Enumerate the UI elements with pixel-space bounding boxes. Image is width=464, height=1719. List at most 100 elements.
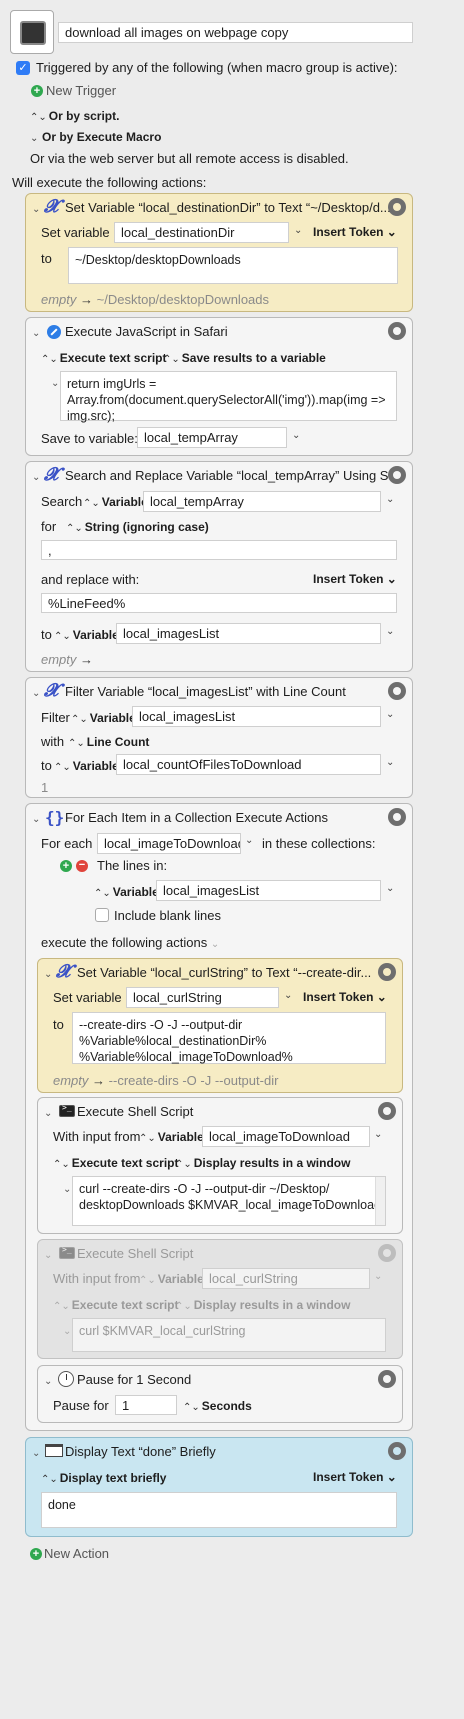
- destination-popup[interactable]: ⌃⌄ Variable: [54, 627, 119, 642]
- action-title[interactable]: For Each Item in a Collection Execute Ac…: [65, 810, 328, 825]
- save-variable-field[interactable]: local_tempArray: [137, 427, 287, 448]
- action-title[interactable]: Execute JavaScript in Safari: [65, 324, 228, 339]
- gear-icon[interactable]: [388, 808, 406, 826]
- collection-source-popup[interactable]: ⌃⌄ Variable: [94, 884, 159, 899]
- variable-dropdown-icon[interactable]: ⌄: [374, 1271, 382, 1282]
- include-blank-lines-checkbox[interactable]: [95, 908, 109, 922]
- or-by-execute-macro[interactable]: ⌄ Or by Execute Macro: [30, 129, 161, 144]
- collapse-chevron-icon[interactable]: ⌄: [44, 1376, 52, 1387]
- destination-variable-field[interactable]: local_countOfFilesToDownload: [116, 754, 381, 775]
- triggered-checkbox[interactable]: ✓: [16, 61, 30, 75]
- action-title[interactable]: Execute Shell Script: [77, 1246, 193, 1261]
- variable-dropdown-icon[interactable]: ⌄: [284, 990, 292, 1001]
- insert-token-button[interactable]: Insert Token ⌄: [313, 572, 397, 586]
- new-trigger-link[interactable]: New Trigger: [46, 83, 116, 98]
- action-title[interactable]: Set Variable “local_destinationDir” to T…: [65, 200, 391, 215]
- script-mode-popup[interactable]: ⌃⌄ Execute text script: [53, 1155, 178, 1170]
- action-title[interactable]: Pause for 1 Second: [77, 1372, 191, 1387]
- script-text-area[interactable]: return imgUrls = Array.from(document.que…: [60, 371, 397, 423]
- macro-name-field[interactable]: download all images on webpage copy: [58, 22, 413, 43]
- display-text-area[interactable]: done: [41, 1492, 397, 1528]
- gear-icon[interactable]: [378, 963, 396, 981]
- action-set-variable-curlstring[interactable]: ⌄ 𝓧 Set Variable “local_curlString” to T…: [37, 958, 403, 1093]
- variable-dropdown-icon[interactable]: ⌄: [386, 494, 394, 505]
- pause-duration-field[interactable]: 1: [115, 1395, 177, 1415]
- action-search-replace[interactable]: ⌄ 𝓧 Search and Replace Variable “local_t…: [25, 461, 413, 672]
- action-title[interactable]: Set Variable “local_curlString” to Text …: [77, 965, 371, 980]
- collapse-chevron-icon[interactable]: ⌄: [32, 328, 40, 339]
- collection-variable-field[interactable]: local_imagesList: [156, 880, 381, 901]
- destination-variable-field[interactable]: local_imagesList: [116, 623, 381, 644]
- gear-icon[interactable]: [388, 466, 406, 484]
- pause-unit-popup[interactable]: ⌃⌄ Seconds: [183, 1398, 252, 1413]
- insert-token-button[interactable]: Insert Token ⌄: [313, 1470, 397, 1484]
- action-title[interactable]: Display Text “done” Briefly: [65, 1444, 216, 1459]
- input-source-popup[interactable]: ⌃⌄ Variable: [139, 1129, 204, 1144]
- action-title[interactable]: Execute Shell Script: [77, 1104, 193, 1119]
- item-variable-field[interactable]: local_imageToDownload: [97, 833, 241, 854]
- action-execute-javascript[interactable]: ⌄ Execute JavaScript in Safari ⌃⌄ Execute…: [25, 317, 413, 456]
- action-filter-variable[interactable]: ⌄ 𝓧 Filter Variable “local_imagesList” w…: [25, 677, 413, 798]
- value-text-area[interactable]: ~/Desktop/desktopDownloads: [68, 247, 398, 284]
- code-collapse-chevron-icon[interactable]: ⌄: [63, 1326, 71, 1337]
- script-scrollbar[interactable]: [375, 1177, 385, 1225]
- save-mode-popup[interactable]: ⌃⌄ Save results to a variable: [163, 350, 326, 365]
- gear-icon[interactable]: [388, 198, 406, 216]
- collapse-chevron-icon[interactable]: ⌄: [32, 472, 40, 483]
- variable-dropdown-icon[interactable]: ⌄: [386, 757, 394, 768]
- macro-icon[interactable]: [10, 10, 54, 54]
- collapse-chevron-icon[interactable]: ⌄: [44, 1250, 52, 1261]
- input-variable-field[interactable]: local_curlString: [202, 1268, 370, 1289]
- action-execute-shell-script-disabled[interactable]: ⌄ Execute Shell Script With input from ⌃…: [37, 1239, 403, 1359]
- match-mode-popup[interactable]: ⌃⌄ String (ignoring case): [66, 519, 209, 534]
- collapse-chevron-icon[interactable]: ⌄: [44, 969, 52, 980]
- input-variable-field[interactable]: local_imageToDownload: [202, 1126, 370, 1147]
- code-collapse-chevron-icon[interactable]: ⌄: [63, 1184, 71, 1195]
- gear-icon[interactable]: [378, 1244, 396, 1262]
- filter-variable-field[interactable]: local_imagesList: [132, 706, 381, 727]
- variable-dropdown-icon[interactable]: ⌄: [292, 430, 300, 441]
- script-mode-popup[interactable]: ⌃⌄ Execute text script: [53, 1297, 178, 1312]
- value-text-area[interactable]: --create-dirs -O -J --output-dir %Variab…: [72, 1012, 386, 1064]
- variable-name-field[interactable]: local_curlString: [126, 987, 279, 1008]
- action-title[interactable]: Search and Replace Variable “local_tempA…: [65, 468, 399, 483]
- display-mode-popup[interactable]: ⌃⌄ Display results in a window: [175, 1155, 350, 1170]
- insert-token-button[interactable]: Insert Token ⌄: [313, 225, 397, 239]
- display-mode-popup[interactable]: ⌃⌄ Display text briefly: [41, 1470, 166, 1485]
- collapse-chevron-icon[interactable]: ⌄: [44, 1108, 52, 1119]
- collapse-chevron-icon[interactable]: ⌄: [32, 688, 40, 699]
- gear-icon[interactable]: [378, 1370, 396, 1388]
- gear-icon[interactable]: [388, 1442, 406, 1460]
- gear-icon[interactable]: [378, 1102, 396, 1120]
- destination-popup[interactable]: ⌃⌄ Variable: [54, 758, 119, 773]
- new-action-plus-icon[interactable]: +: [30, 1548, 42, 1560]
- variable-dropdown-icon[interactable]: ⌄: [245, 835, 253, 846]
- variable-dropdown-icon[interactable]: ⌄: [294, 225, 302, 236]
- input-source-popup[interactable]: ⌃⌄ Variable: [139, 1271, 204, 1286]
- collapse-chevron-icon[interactable]: ⌄: [32, 1448, 40, 1459]
- remove-collection-minus-icon[interactable]: −: [76, 860, 88, 872]
- action-set-variable-destination[interactable]: ⌄ 𝓧 Set Variable “local_destinationDir” …: [25, 193, 413, 312]
- gear-icon[interactable]: [388, 682, 406, 700]
- filter-source-popup[interactable]: ⌃⌄ Variable: [71, 710, 136, 725]
- display-mode-popup[interactable]: ⌃⌄ Display results in a window: [175, 1297, 350, 1312]
- gear-icon[interactable]: [388, 322, 406, 340]
- action-title[interactable]: Filter Variable “local_imagesList” with …: [65, 684, 346, 699]
- filter-mode-popup[interactable]: ⌃⌄ Line Count: [68, 734, 149, 749]
- add-collection-plus-icon[interactable]: +: [60, 860, 72, 872]
- search-variable-field[interactable]: local_tempArray: [143, 491, 381, 512]
- action-display-text[interactable]: ⌄ Display Text “done” Briefly ⌃⌄ Display …: [25, 1437, 413, 1537]
- action-for-each[interactable]: ⌄ {} For Each Item in a Collection Execu…: [25, 803, 413, 1431]
- variable-dropdown-icon[interactable]: ⌄: [386, 709, 394, 720]
- script-text-area[interactable]: curl --create-dirs -O -J --output-dir ~/…: [72, 1176, 386, 1226]
- new-action-link[interactable]: New Action: [44, 1546, 109, 1561]
- code-collapse-chevron-icon[interactable]: ⌄: [51, 378, 59, 389]
- collapse-chevron-icon[interactable]: ⌄: [32, 814, 40, 825]
- action-execute-shell-script[interactable]: ⌄ Execute Shell Script With input from ⌃…: [37, 1097, 403, 1234]
- variable-dropdown-icon[interactable]: ⌄: [374, 1129, 382, 1140]
- search-source-popup[interactable]: ⌃⌄ Variable: [83, 494, 148, 509]
- script-mode-popup[interactable]: ⌃⌄ Execute text script: [41, 350, 166, 365]
- or-by-script[interactable]: ⌃⌄ Or by script.: [30, 108, 119, 123]
- script-text-area[interactable]: curl $KMVAR_local_curlString: [72, 1318, 386, 1352]
- collapse-chevron-icon[interactable]: ⌄: [32, 204, 40, 215]
